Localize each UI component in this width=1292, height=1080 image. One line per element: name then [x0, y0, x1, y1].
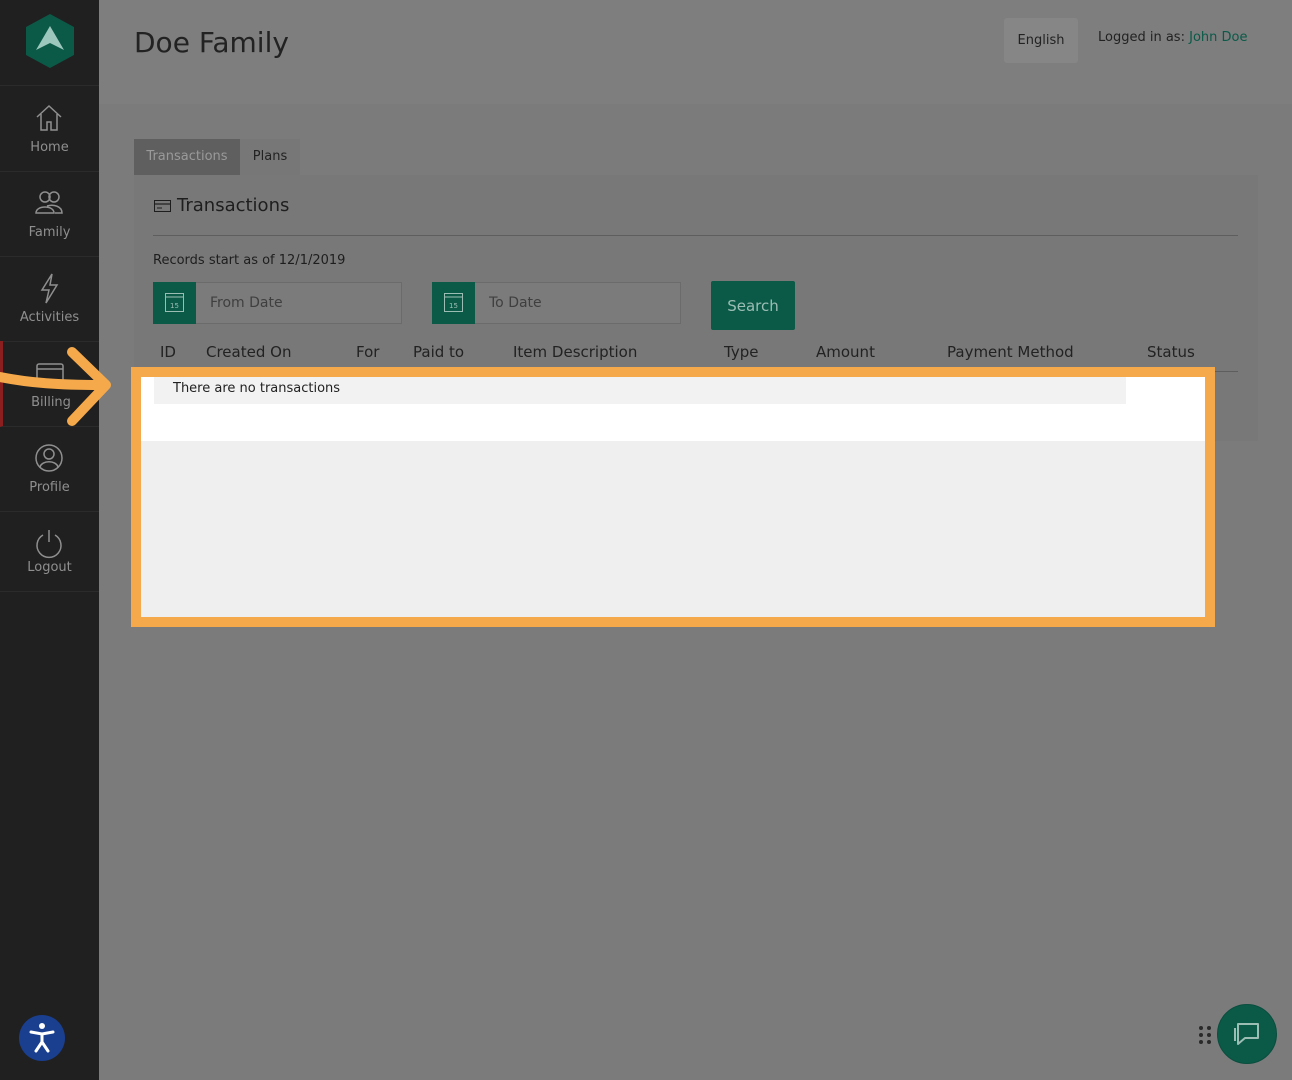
to-date-calendar-button[interactable]: 15 — [432, 282, 475, 324]
user-name-link[interactable]: John Doe — [1189, 30, 1247, 45]
sidebar-item-profile[interactable]: Profile — [0, 426, 99, 512]
highlight-box: There are no transactions — [131, 367, 1215, 627]
drag-handle-icon[interactable] — [1198, 1025, 1212, 1045]
family-icon — [35, 191, 63, 214]
sidebar-item-label: Home — [30, 140, 69, 155]
logged-in-label: Logged in as: — [1098, 30, 1185, 45]
card-icon — [154, 200, 171, 212]
sidebar-item-label: Activities — [19, 310, 80, 325]
calendar-day-label: 15 — [170, 302, 179, 310]
logo-icon — [26, 14, 74, 68]
power-icon — [36, 530, 62, 559]
accessibility-button[interactable] — [19, 1015, 65, 1061]
sidebar-item-family[interactable]: Family — [0, 171, 99, 257]
accessibility-icon — [29, 1023, 55, 1053]
column-header-id[interactable]: ID — [160, 343, 176, 361]
table-row-empty: There are no transactions — [154, 377, 1126, 404]
records-note: Records start as of 12/1/2019 — [153, 253, 346, 268]
profile-icon — [35, 444, 63, 472]
from-date-calendar-button[interactable]: 15 — [153, 282, 196, 324]
column-header-item-description[interactable]: Item Description — [513, 343, 637, 361]
empty-message: There are no transactions — [173, 381, 341, 396]
home-icon — [36, 104, 62, 131]
panel-title-text: Transactions — [177, 195, 290, 216]
column-header-payment-method[interactable]: Payment Method — [947, 343, 1074, 361]
sidebar-item-activities[interactable]: Activities — [0, 256, 99, 342]
search-button[interactable]: Search — [711, 281, 795, 330]
divider — [153, 235, 1238, 236]
from-date-input[interactable] — [198, 283, 402, 323]
chat-button[interactable] — [1217, 1004, 1277, 1064]
column-header-amount[interactable]: Amount — [816, 343, 875, 361]
sidebar: Home Family Activities Billing Profile L… — [0, 0, 99, 1080]
login-info: Logged in as: John Doe — [1098, 30, 1247, 45]
column-header-status[interactable]: Status — [1147, 343, 1195, 361]
header: Doe Family English Logged in as: John Do… — [99, 0, 1292, 104]
to-date-field: 15 — [432, 282, 681, 324]
page-title: Doe Family — [134, 26, 289, 59]
calendar-icon: 15 — [165, 293, 184, 312]
from-date-field: 15 — [153, 282, 402, 324]
language-button[interactable]: English — [1004, 18, 1078, 63]
panel-title: Transactions — [154, 195, 289, 216]
chat-icon — [1234, 1023, 1259, 1045]
sidebar-item-label: Logout — [27, 560, 72, 575]
column-header-paid-to[interactable]: Paid to — [413, 343, 464, 361]
tab-transactions[interactable]: Transactions — [134, 139, 240, 175]
to-date-input[interactable] — [477, 283, 681, 323]
sidebar-item-label: Profile — [29, 480, 70, 495]
logo-area — [0, 0, 99, 86]
column-header-created-on[interactable]: Created On — [206, 343, 291, 361]
lightning-icon — [40, 273, 59, 304]
calendar-icon: 15 — [444, 293, 463, 312]
column-header-type[interactable]: Type — [724, 343, 758, 361]
annotation-arrow-icon — [0, 347, 111, 426]
sidebar-item-home[interactable]: Home — [0, 86, 99, 172]
column-header-for[interactable]: For — [356, 343, 379, 361]
tab-plans[interactable]: Plans — [240, 139, 300, 175]
calendar-day-label: 15 — [449, 302, 458, 310]
sidebar-item-label: Family — [28, 225, 71, 240]
sidebar-item-logout[interactable]: Logout — [0, 511, 99, 592]
